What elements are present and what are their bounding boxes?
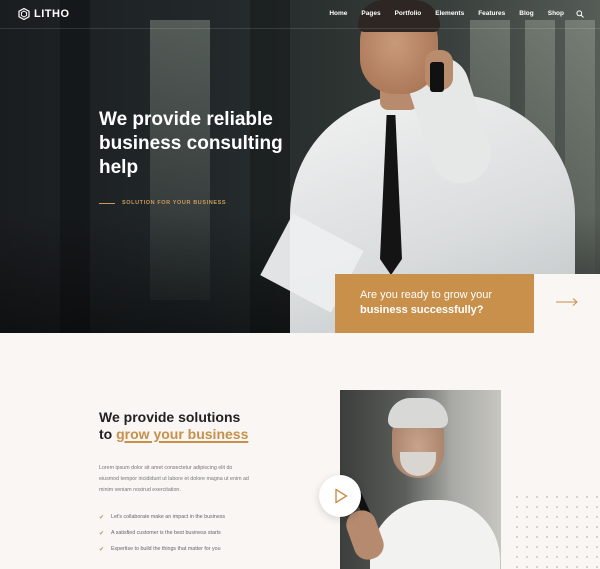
section-title-line-2: to grow your business — [99, 426, 248, 442]
nav-item-blog[interactable]: Blog — [519, 10, 533, 17]
list-item: ✔ Let's collaborate make an impact in th… — [99, 509, 225, 525]
section-title-accent: grow your business — [116, 426, 249, 442]
list-item: ✔ Expertise to build the things that mat… — [99, 541, 225, 557]
check-icon: ✔ — [99, 546, 105, 553]
search-icon[interactable] — [576, 10, 584, 18]
logo-text: LITHO — [34, 8, 70, 20]
check-icon: ✔ — [99, 530, 105, 537]
play-icon — [335, 488, 348, 504]
phone-image — [430, 62, 444, 92]
arrow-right-icon[interactable] — [556, 297, 578, 307]
section-paragraph: Lorem ipsum dolor sit amet consectetur a… — [99, 465, 249, 493]
logo[interactable]: LITHO — [18, 8, 70, 20]
hero-subtitle-line — [99, 203, 115, 204]
nav-item-elements[interactable]: Elements — [435, 10, 464, 17]
checklist: ✔ Let's collaborate make an impact in th… — [99, 509, 225, 557]
nav-menu: Home Pages Portfolio Elements Features B… — [315, 10, 564, 17]
checklist-text: A satisfied customer is the best busines… — [111, 530, 221, 536]
nav-item-shop[interactable]: Shop — [548, 10, 564, 17]
play-video-button[interactable] — [319, 475, 361, 517]
portrait-image — [340, 390, 501, 569]
nav-item-pages[interactable]: Pages — [361, 10, 380, 17]
portrait-shirt — [370, 500, 500, 569]
logo-icon — [18, 8, 30, 20]
section-title-prefix: to — [99, 426, 113, 442]
list-item: ✔ A satisfied customer is the best busin… — [99, 525, 225, 541]
cta-line-1: Are you ready to grow your — [360, 289, 493, 301]
nav-item-home[interactable]: Home — [329, 10, 347, 17]
cta-line-2: business successfully? — [360, 304, 484, 316]
cta-banner[interactable]: Are you ready to grow your business succ… — [335, 274, 534, 333]
hero-title: We provide reliable business consulting … — [99, 109, 283, 178]
check-icon: ✔ — [99, 514, 105, 521]
section-title-line-1: We provide solutions — [99, 409, 241, 425]
top-navigation: LITHO Home Pages Portfolio Elements Feat… — [0, 0, 600, 29]
hero-subtitle: SOLUTION FOR YOUR BUSINESS — [122, 200, 227, 206]
portrait-hair — [388, 398, 448, 428]
checklist-text: Expertise to build the things that matte… — [111, 546, 221, 552]
checklist-text: Let's collaborate make an impact in the … — [111, 514, 226, 520]
nav-item-features[interactable]: Features — [478, 10, 505, 17]
nav-item-portfolio[interactable]: Portfolio — [395, 10, 422, 17]
dot-pattern — [512, 492, 598, 569]
